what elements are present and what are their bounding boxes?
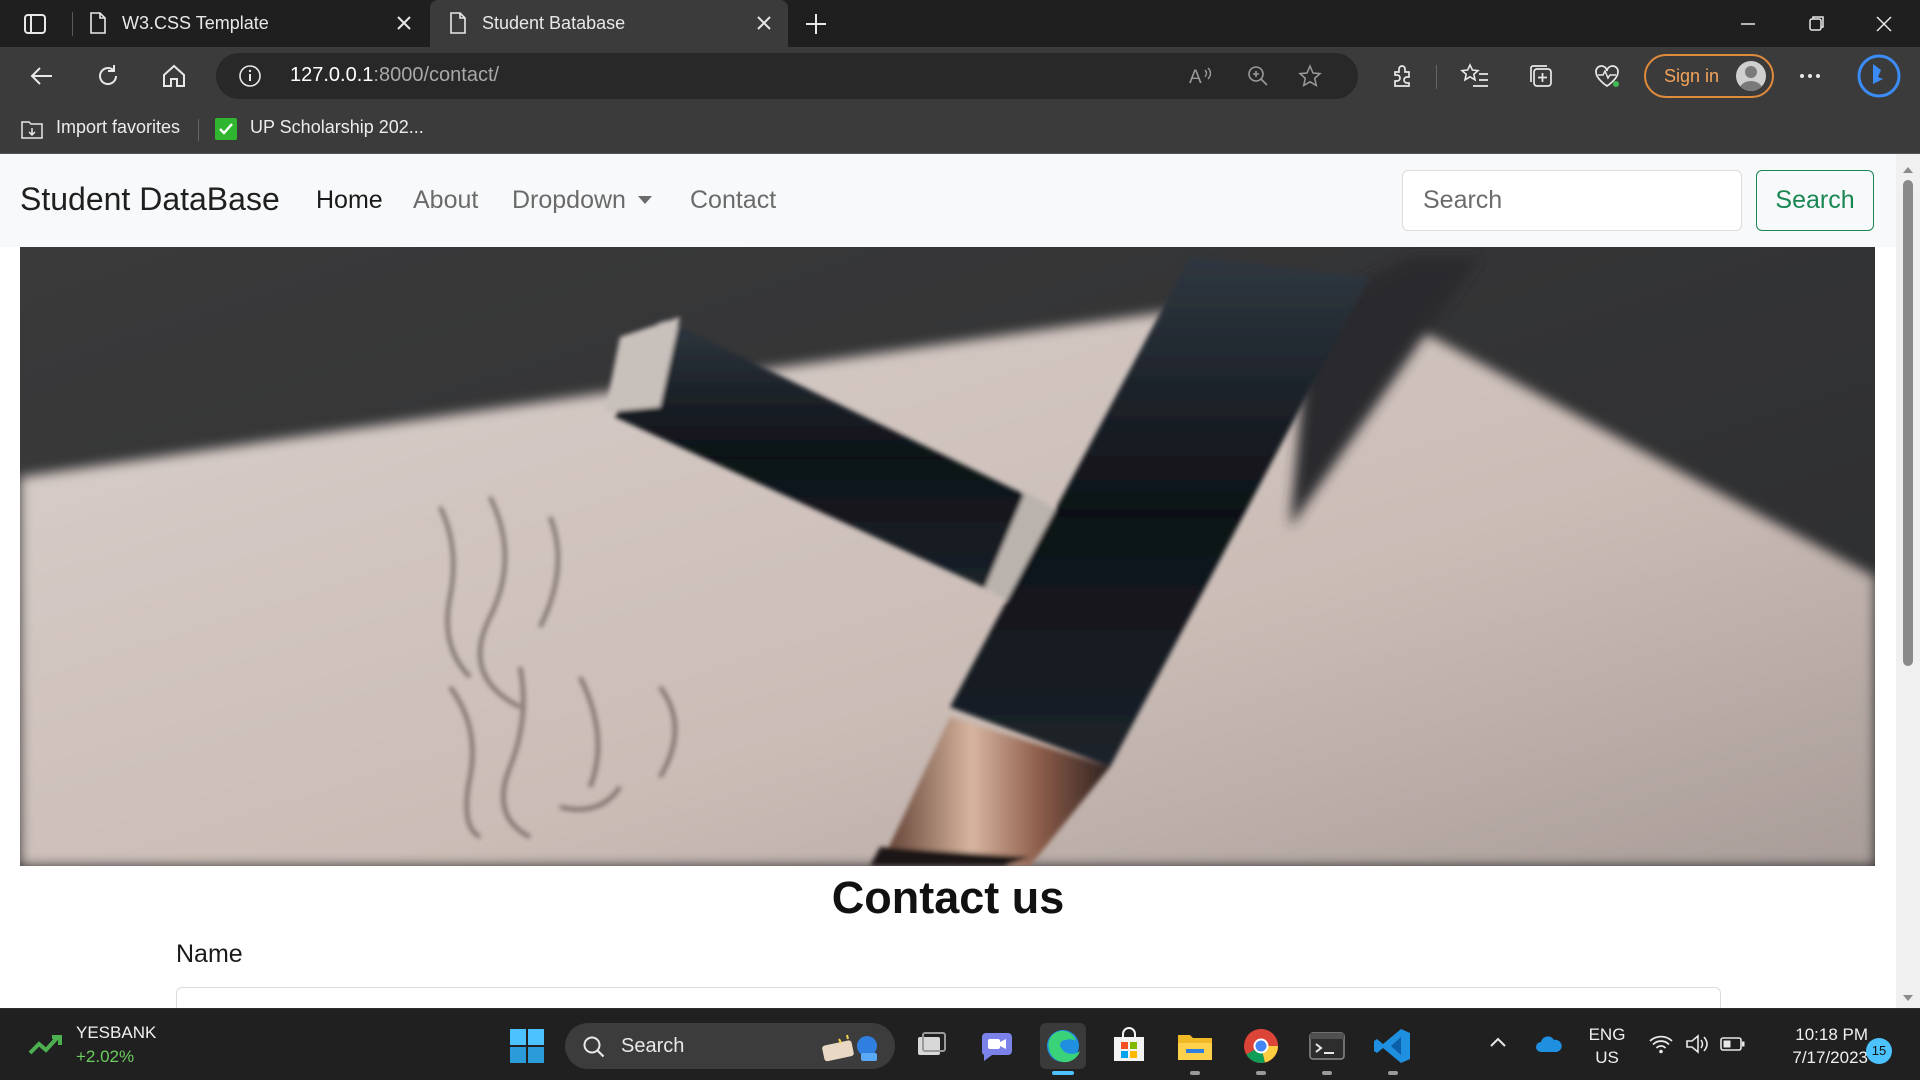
avatar-icon — [1736, 61, 1766, 91]
window-close-icon[interactable] — [1864, 8, 1904, 40]
task-view-icon[interactable] — [908, 1023, 954, 1069]
caret-down-icon — [637, 196, 652, 204]
minimize-icon[interactable] — [1728, 8, 1768, 40]
chrome-icon[interactable] — [1238, 1023, 1284, 1075]
wifi-icon[interactable] — [1648, 1033, 1674, 1060]
new-tab-icon[interactable] — [800, 8, 832, 40]
browser-essentials-icon[interactable] — [1591, 60, 1623, 92]
active-app-indicator — [1052, 1071, 1074, 1075]
back-icon[interactable] — [26, 60, 58, 92]
clock-time: 10:18 PM — [1795, 1025, 1868, 1044]
taskbar-search-label: Search — [621, 1035, 685, 1057]
chevron-up-icon[interactable] — [1488, 1035, 1508, 1054]
home-icon[interactable] — [158, 60, 190, 92]
bing-copilot-icon[interactable] — [1856, 53, 1902, 99]
tab-title: W3.CSS Template — [122, 13, 269, 33]
scroll-up-icon[interactable] — [1902, 162, 1914, 173]
tab-student-database[interactable]: Student Batabase — [430, 0, 788, 47]
running-app-indicator — [1256, 1071, 1266, 1075]
sign-in-button[interactable]: Sign in — [1644, 54, 1774, 98]
stock-chart-icon[interactable] — [28, 1031, 64, 1064]
address-bar[interactable]: 127.0.0.1:8000/contact/ A — [216, 53, 1358, 99]
fountain-pen-photo — [20, 247, 1875, 866]
tab-w3css-template[interactable]: W3.CSS Template — [70, 0, 428, 47]
page-icon — [448, 12, 468, 39]
contact-title: Contact us — [831, 872, 1065, 923]
stock-symbol[interactable]: YESBANK — [76, 1023, 156, 1043]
region-code: US — [1595, 1048, 1619, 1067]
address-url: 127.0.0.1:8000/contact/ — [290, 64, 499, 87]
tab-title: Student Batabase — [482, 13, 626, 33]
scroll-thumb[interactable] — [1903, 180, 1913, 666]
notification-badge[interactable]: 15 — [1866, 1038, 1892, 1064]
toolbar-divider — [1436, 65, 1437, 89]
url-host: 127.0.0.1 — [290, 64, 374, 86]
browser-toolbar: 127.0.0.1:8000/contact/ A Sign in — [0, 47, 1920, 105]
collections-icon[interactable] — [1525, 60, 1557, 92]
site-navbar: Student DataBase Home About Dropdown Con… — [0, 154, 1896, 247]
site-search-button[interactable]: Search — [1756, 170, 1874, 231]
sign-in-label: Sign in — [1664, 66, 1720, 86]
running-app-indicator — [1190, 1071, 1200, 1075]
extensions-icon[interactable] — [1386, 60, 1418, 92]
favorite-label: Import favorites — [56, 117, 181, 137]
start-icon[interactable] — [504, 1023, 550, 1069]
system-clock[interactable]: 10:18 PM 7/17/2023 — [1760, 1023, 1868, 1069]
page-icon — [88, 12, 108, 39]
nav-dropdown-label: Dropdown — [512, 186, 626, 214]
scroll-down-icon[interactable] — [1902, 990, 1914, 1001]
favorites-divider — [198, 119, 199, 141]
file-explorer-icon[interactable] — [1172, 1023, 1218, 1075]
name-label: Name — [176, 940, 243, 968]
page-scrollbar[interactable] — [1896, 154, 1920, 1008]
nav-home[interactable]: Home — [316, 186, 383, 215]
stock-change: +2.02% — [76, 1047, 135, 1066]
browser-tab-bar: W3.CSS Template Student Batabase — [0, 0, 1920, 47]
search-highlight-icon — [817, 1029, 887, 1068]
language-indicator[interactable]: ENG US — [1584, 1023, 1630, 1069]
store-icon[interactable] — [1106, 1023, 1152, 1069]
close-icon[interactable] — [752, 11, 776, 35]
favorite-label: UP Scholarship 202... — [250, 117, 424, 137]
onedrive-icon[interactable] — [1534, 1033, 1564, 1060]
refresh-icon[interactable] — [92, 60, 124, 92]
brand-logo[interactable]: Student DataBase — [20, 181, 280, 218]
green-check-icon — [215, 118, 237, 140]
taskbar-search[interactable]: Search — [565, 1023, 895, 1069]
windows-taskbar: YESBANK +2.02% Search ENG US 10:18 PM 7/… — [0, 1008, 1920, 1080]
nav-contact[interactable]: Contact — [690, 186, 776, 215]
search-icon — [581, 1034, 607, 1065]
hero-image — [20, 247, 1875, 866]
more-options-icon[interactable] — [1794, 60, 1826, 92]
zoom-icon[interactable] — [1246, 64, 1270, 93]
clock-date: 7/17/2023 — [1792, 1048, 1868, 1067]
language-code: ENG — [1588, 1025, 1626, 1044]
restore-icon[interactable] — [1796, 8, 1836, 40]
favorites-list-icon[interactable] — [1459, 60, 1491, 92]
site-search-input[interactable] — [1402, 170, 1742, 231]
terminal-icon[interactable] — [1304, 1023, 1350, 1075]
edge-icon[interactable] — [1040, 1023, 1086, 1075]
url-path: :8000/contact/ — [373, 64, 500, 86]
site-info-icon[interactable] — [238, 64, 262, 93]
close-icon[interactable] — [392, 11, 416, 35]
favorite-star-icon[interactable] — [1298, 64, 1322, 93]
svg-text:A: A — [1189, 67, 1202, 88]
nav-about[interactable]: About — [413, 186, 478, 215]
nav-dropdown[interactable]: Dropdown — [512, 186, 652, 215]
name-input[interactable] — [176, 987, 1721, 1008]
read-aloud-icon[interactable]: A — [1188, 64, 1214, 93]
teams-chat-icon[interactable] — [974, 1023, 1020, 1069]
tab-actions-icon[interactable] — [20, 10, 50, 38]
import-favorites-icon — [21, 121, 43, 139]
favorites-bar: Import favorites UP Scholarship 202... — [0, 105, 1920, 154]
volume-icon[interactable] — [1684, 1033, 1710, 1060]
vscode-icon[interactable] — [1370, 1023, 1416, 1075]
running-app-indicator — [1322, 1071, 1332, 1075]
battery-icon[interactable] — [1720, 1035, 1746, 1058]
page-viewport: Student DataBase Home About Dropdown Con… — [0, 154, 1896, 1008]
running-app-indicator — [1388, 1071, 1398, 1075]
